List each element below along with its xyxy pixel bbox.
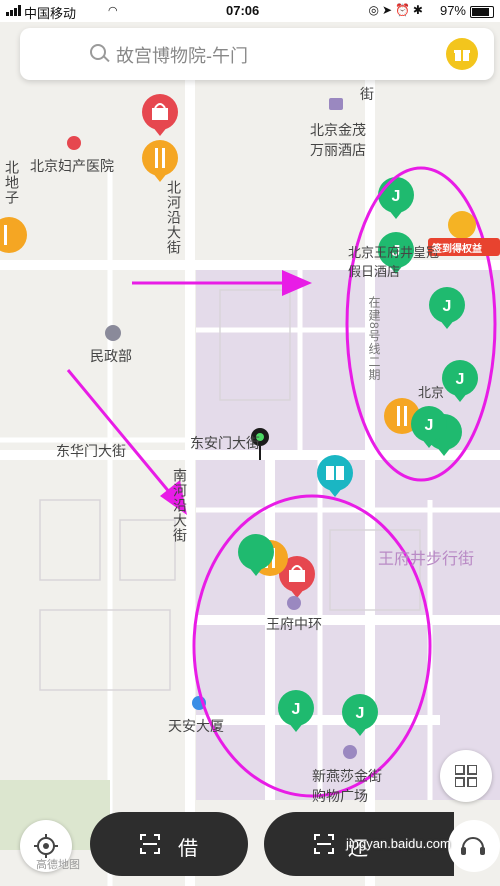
street-label-nanheyan: 南河沿大街 — [172, 468, 188, 543]
poi-label-ministry: 民政部 — [90, 348, 132, 364]
charging-glyph: J — [356, 705, 365, 722]
poi-label-right: 北京 — [418, 385, 445, 400]
street-label-wangfujing: 王府井步行街 — [378, 551, 475, 568]
poi-label-tianan: 天安大厦 — [168, 718, 224, 734]
poi-label-wangfu-central: 王府中环 — [266, 616, 322, 632]
status-icons: ◎➤⏰✱ — [368, 3, 426, 17]
battery-icon — [470, 6, 494, 18]
watermark: jingyan.baidu.com — [346, 836, 451, 851]
poi-label-hospital: 北京妇产医院 — [30, 158, 114, 174]
checkin-label: 签到得权益 — [432, 244, 482, 255]
poi-label-xinyansha: 新燕莎金街购物广场 — [312, 768, 382, 804]
charging-glyph: J — [425, 417, 434, 434]
signal-icon — [6, 5, 22, 16]
borrow-label: 借 — [178, 838, 198, 860]
clock: 07:06 — [226, 3, 260, 18]
customer-service-button[interactable] — [448, 820, 500, 872]
battery-level: 97% — [439, 3, 466, 18]
hotel-icon — [329, 98, 343, 110]
gift-button[interactable] — [446, 38, 478, 70]
charging-glyph: J — [392, 188, 401, 205]
street-label-donganmen: 东安门大街 — [190, 435, 260, 451]
mall-icon — [287, 596, 301, 610]
street-label: 街 — [360, 86, 374, 102]
charging-glyph: J — [292, 701, 301, 718]
hospital-icon — [67, 136, 81, 150]
carrier-name: 中国移动 — [24, 6, 77, 21]
search-bar[interactable]: 故宫博物院-午门 — [20, 28, 494, 80]
status-bar: 中国移动 ◠ 07:06 ◎➤⏰✱ 97% — [0, 0, 500, 22]
street-label-donghuamen: 东华门大街 — [56, 443, 126, 459]
gift-icon — [454, 50, 470, 61]
borrow-button[interactable]: 借 — [90, 812, 248, 876]
government-icon — [105, 325, 121, 341]
grid-icon — [455, 765, 477, 787]
headset-icon — [461, 837, 485, 855]
street-label-beiheyan: 北河沿大街 — [166, 180, 182, 255]
poi-label-hotel: 北京金茂万丽酒店 — [310, 122, 366, 158]
map-logo: 高德地图 — [36, 859, 80, 871]
poi-label-left-edge: 北地子 — [4, 160, 20, 205]
charging-glyph: J — [456, 371, 465, 388]
crosshair-icon — [34, 834, 58, 858]
scan-icon — [140, 834, 160, 854]
wifi-icon: ◠ — [108, 5, 118, 17]
mall-icon — [343, 745, 357, 759]
scan-icon — [314, 834, 334, 854]
search-input[interactable]: 故宫博物院-午门 — [116, 42, 248, 68]
metro-line-label: 在建8号线二期 — [367, 296, 381, 382]
search-icon — [90, 44, 106, 60]
grid-button[interactable] — [440, 750, 492, 802]
charging-glyph: J — [443, 298, 452, 315]
